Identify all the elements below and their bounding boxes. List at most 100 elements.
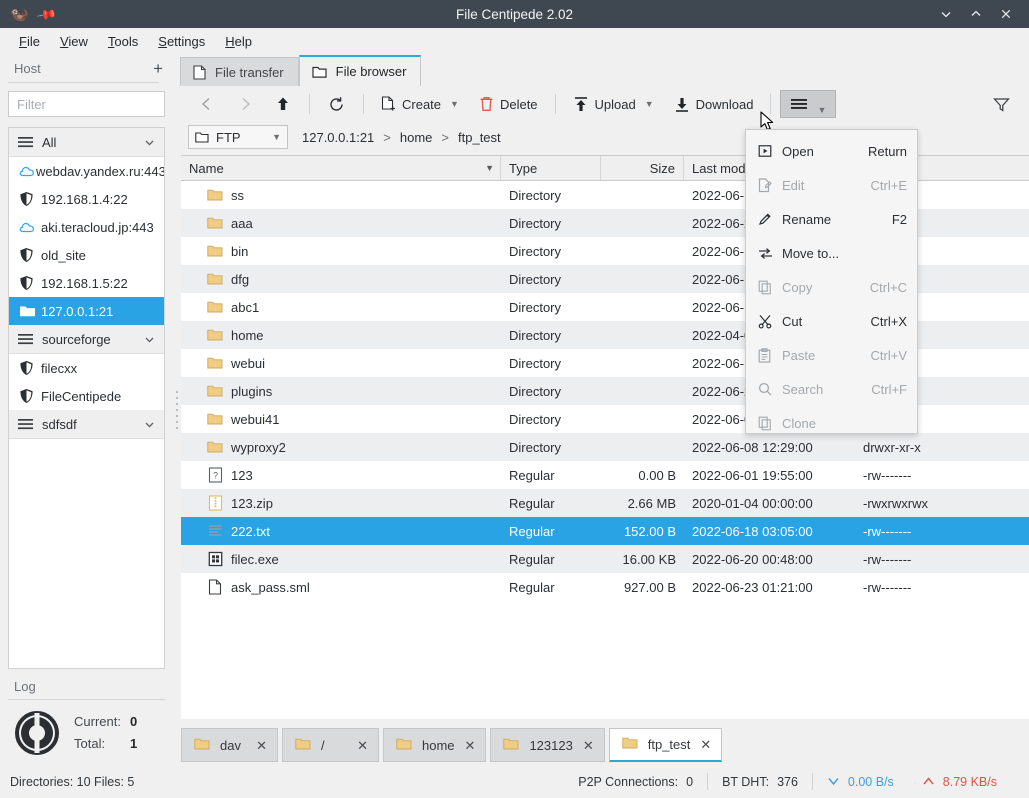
menu-file[interactable]: File (10, 31, 49, 52)
p2p-label: P2P Connections: (578, 775, 678, 789)
host-group-sdfsdf[interactable]: sdfsdf (9, 410, 164, 439)
status-p2p: P2P Connections: 0 (564, 775, 707, 789)
maximize-button[interactable] (961, 1, 991, 27)
host-item-label: webdav.yandex.ru:443 (36, 164, 165, 179)
overflow-menu-button[interactable]: ▼ (780, 90, 836, 118)
column-label: Size (650, 161, 675, 176)
filter-input[interactable] (8, 91, 165, 117)
folder-icon (295, 737, 311, 754)
close-icon[interactable]: ✕ (256, 739, 267, 752)
bottom-tab-label: ftp_test (648, 737, 691, 752)
log-title: Log (0, 673, 173, 699)
table-row-selected[interactable]: 222.txtRegular152.00 B2022-06-18 03:05:0… (181, 517, 1029, 545)
file-name: ss (231, 188, 244, 203)
table-row[interactable]: ask_pass.smlRegular927.00 B2022-06-23 01… (181, 573, 1029, 601)
bottom-tab-root[interactable]: / ✕ (282, 728, 379, 762)
host-item[interactable]: old_site (9, 241, 164, 269)
upload-button[interactable]: Upload ▼ (563, 90, 664, 118)
bottom-tab-label: / (321, 738, 347, 753)
file-name: wyproxy2 (231, 440, 286, 455)
forward-button[interactable] (226, 90, 264, 118)
menu-item-cut[interactable]: CutCtrl+X (746, 304, 917, 338)
close-button[interactable] (991, 1, 1021, 27)
minimize-button[interactable] (931, 1, 961, 27)
menu-item-label: Clone (782, 416, 907, 431)
table-row[interactable]: ?123Regular0.00 B2022-06-01 19:55:00-rw-… (181, 461, 1029, 489)
host-item[interactable]: FileCentipede (9, 382, 164, 410)
table-row[interactable]: filec.exeRegular16.00 KB2022-06-20 00:48… (181, 545, 1029, 573)
host-item[interactable]: 192.168.1.5:22 (9, 269, 164, 297)
file-permissions: -rw------- (855, 517, 1028, 545)
chevron-down-icon[interactable]: ▼ (817, 106, 826, 115)
back-button[interactable] (188, 90, 226, 118)
status-dht: BT DHT: 376 (708, 775, 812, 789)
host-item[interactable]: filecxx (9, 354, 164, 382)
close-icon[interactable]: ✕ (357, 739, 368, 752)
bottom-tab-ftp-test[interactable]: ftp_test ✕ (609, 728, 723, 762)
add-host-button[interactable]: + (153, 60, 163, 77)
close-icon[interactable]: ✕ (700, 738, 711, 751)
folder-open-icon (312, 65, 327, 79)
column-header-name[interactable]: Name ▼ (181, 156, 501, 180)
download-button[interactable]: Download (664, 90, 764, 118)
goose-icon: 🦦 (10, 7, 29, 22)
bottom-tab-label: home (422, 738, 455, 753)
menu-item-label: Copy (782, 280, 870, 295)
menu-item-rename[interactable]: RenameF2 (746, 202, 917, 236)
file-type: Regular (501, 517, 601, 545)
protocol-select[interactable]: FTP ▼ (188, 125, 288, 149)
tab-file-transfer[interactable]: File transfer (180, 57, 299, 86)
breadcrumb-item-home[interactable]: home (400, 130, 433, 145)
refresh-button[interactable] (317, 90, 356, 118)
menu-tools[interactable]: Tools (99, 31, 147, 52)
menu-item-shortcut: Ctrl+V (871, 348, 907, 363)
breadcrumb-item-host[interactable]: 127.0.0.1:21 (302, 130, 374, 145)
bottom-tab-home[interactable]: home ✕ (383, 728, 486, 762)
menu-item-label: Open (782, 144, 868, 159)
menu-item-move-to[interactable]: Move to... (746, 236, 917, 270)
column-header-size[interactable]: Size (601, 156, 684, 180)
hamburger-icon (18, 136, 33, 148)
chevron-down-icon[interactable]: ▼ (450, 100, 459, 109)
host-item[interactable]: webdav.yandex.ru:443 (9, 157, 164, 185)
chevron-down-icon[interactable]: ▼ (645, 100, 654, 109)
host-item[interactable]: aki.teracloud.jp:443 (9, 213, 164, 241)
filter-button[interactable] (982, 90, 1021, 118)
file-size (601, 209, 684, 237)
breadcrumb-item-current[interactable]: ftp_test (458, 130, 501, 145)
sidebar-splitter[interactable] (173, 54, 180, 765)
menu-item-paste: PasteCtrl+V (746, 338, 917, 372)
protocol-value: FTP (216, 130, 241, 145)
delete-button[interactable]: Delete (469, 90, 548, 118)
document-icon (207, 579, 223, 595)
pencil-icon (758, 212, 782, 226)
column-header-type[interactable]: Type (501, 156, 601, 180)
host-group-sourceforge[interactable]: sourceforge (9, 325, 164, 354)
host-item[interactable]: 192.168.1.4:22 (9, 185, 164, 213)
file-type: Directory (501, 433, 601, 461)
close-icon[interactable]: ✕ (465, 739, 476, 752)
menu-settings[interactable]: Settings (149, 31, 214, 52)
column-label: Name (189, 161, 224, 176)
host-group-all[interactable]: All (9, 128, 164, 157)
tab-file-browser[interactable]: File browser (299, 55, 422, 86)
funnel-icon (993, 97, 1010, 112)
bottom-tab-dav[interactable]: dav ✕ (181, 728, 278, 762)
menu-item-open[interactable]: OpenReturn (746, 134, 917, 168)
menu-help[interactable]: Help (216, 31, 261, 52)
host-item-selected[interactable]: 127.0.0.1:21 (9, 297, 164, 325)
table-row[interactable]: 123.zipRegular2.66 MB2020-01-04 00:00:00… (181, 489, 1029, 517)
folder-icon (207, 243, 223, 259)
shield-icon (19, 360, 41, 376)
scissors-icon (758, 314, 782, 329)
download-speed-value: 0.00 B/s (848, 775, 894, 789)
host-group-label: sdfsdf (42, 417, 77, 432)
up-button[interactable] (264, 90, 302, 118)
close-icon[interactable]: ✕ (583, 739, 594, 752)
pin-icon[interactable]: 📌 (36, 4, 57, 24)
download-arrow-icon (827, 775, 840, 788)
menu-view[interactable]: View (51, 31, 97, 52)
bottom-tab-123123[interactable]: 123123 ✕ (490, 728, 604, 762)
create-button[interactable]: Create ▼ (371, 90, 469, 118)
host-item-label: 127.0.0.1:21 (41, 304, 113, 319)
